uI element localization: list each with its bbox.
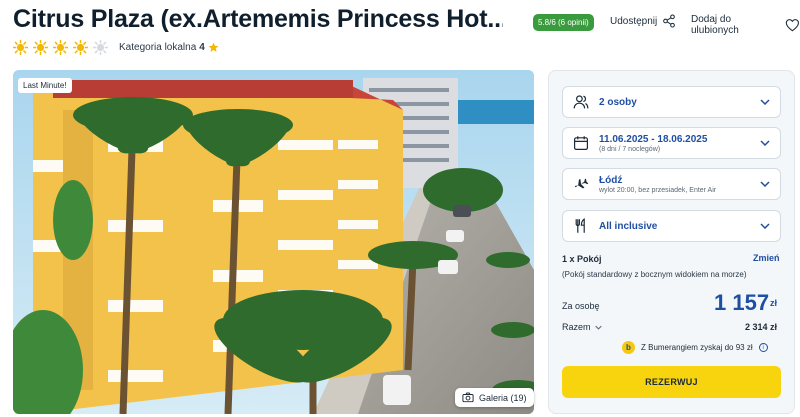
hotel-title: Citrus Plaza (ex.Artememis Princess Hot.… (13, 5, 503, 33)
dates-duration: (8 dni / 7 noclegów) (599, 145, 661, 153)
hotel-star-rating (13, 40, 108, 55)
booking-panel (548, 70, 795, 414)
star-icon (208, 42, 219, 52)
chevron-down-icon (760, 99, 770, 105)
total-toggle[interactable]: Razem (562, 322, 602, 332)
camera-icon (462, 392, 474, 403)
room-count: 1 x Pokój (562, 254, 602, 264)
add-to-favorites-button[interactable]: Dodaj do ulubionych (691, 14, 800, 36)
per-person-price: 1 157 (714, 290, 770, 315)
departure-details: wylot 20:00, bez przesiadek, Enter Air (599, 186, 717, 194)
per-person-label: Za osobę (562, 301, 600, 311)
total-price: 2 314 zł (745, 322, 778, 332)
share-button[interactable]: Udostępnij (610, 14, 676, 28)
cutlery-icon (575, 218, 585, 233)
sun-star-icon (33, 40, 48, 55)
users-icon (573, 95, 589, 109)
sun-star-icon (73, 40, 88, 55)
chevron-down-icon (594, 325, 602, 330)
local-category-value: 4 (199, 42, 205, 53)
guests-select[interactable]: 2 osoby (562, 86, 781, 118)
gallery-label: Galeria (19) (479, 392, 527, 403)
guests-value: 2 osoby (599, 96, 637, 108)
board-value: All inclusive (599, 220, 658, 232)
heart-icon (786, 19, 800, 32)
bumerang-text: Z Bumerangiem zyskaj do 93 zł (641, 343, 753, 352)
chevron-down-icon (760, 223, 770, 229)
local-category: Kategoria lokalna 4 (119, 42, 219, 53)
dates-value: 11.06.2025 - 18.06.2025 (599, 133, 708, 145)
departure-select[interactable]: Łódź wylot 20:00, bez przesiadek, Enter A… (562, 168, 781, 200)
sun-star-icon (93, 40, 108, 55)
calendar-icon (574, 136, 588, 150)
sun-star-icon (13, 40, 28, 55)
departure-value: Łódź (599, 174, 623, 186)
hotel-photo-illustration (13, 70, 534, 414)
rating-badge[interactable]: 5.8/6 (6 opinii) (533, 14, 594, 31)
plane-icon (574, 178, 589, 189)
share-icon (663, 14, 676, 28)
dates-select[interactable]: 11.06.2025 - 18.06.2025 (8 dni / 7 nocleg… (562, 127, 781, 159)
last-minute-badge: Last Minute! (18, 78, 72, 93)
sun-star-icon (53, 40, 68, 55)
hotel-photo[interactable] (13, 70, 534, 414)
info-icon[interactable]: i (758, 343, 768, 352)
room-description: (Pokój standardowy z bocznym widokiem na… (562, 270, 747, 279)
per-person-currency: zł (770, 298, 778, 308)
gallery-button[interactable]: Galeria (19) (455, 388, 534, 407)
local-category-label: Kategoria lokalna (119, 42, 197, 53)
share-label: Udostępnij (610, 15, 658, 27)
change-room-link[interactable]: Zmień (753, 253, 780, 263)
book-button[interactable]: REZERWUJ (562, 366, 781, 398)
chevron-down-icon (760, 181, 770, 187)
chevron-down-icon (760, 140, 770, 146)
board-select[interactable]: All inclusive (562, 210, 781, 242)
bumerang-promo: b Z Bumerangiem zyskaj do 93 zł i (622, 341, 768, 354)
bumerang-logo-icon: b (622, 341, 635, 354)
total-label: Razem (562, 322, 591, 332)
favorites-label: Dodaj do ulubionych (691, 14, 739, 36)
